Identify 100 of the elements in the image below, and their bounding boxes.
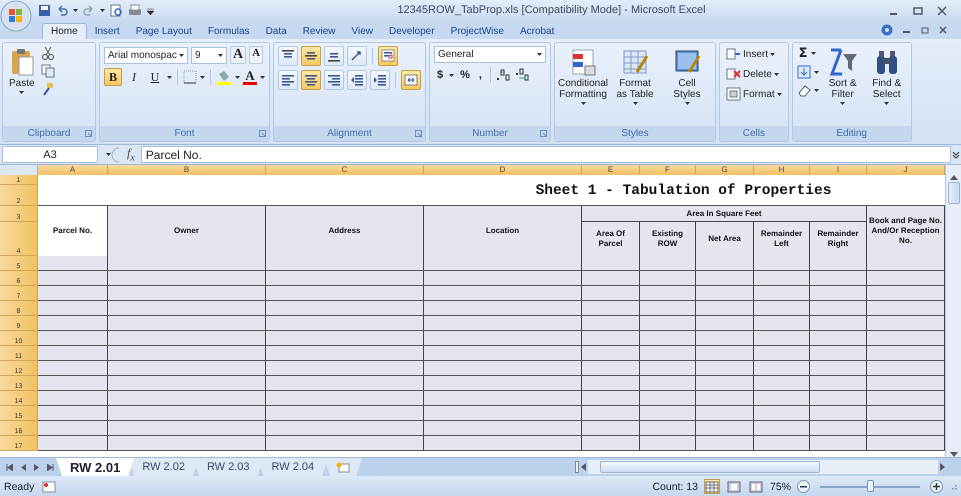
help-icon[interactable] <box>881 24 893 36</box>
align-center-icon[interactable] <box>301 70 321 90</box>
caret-icon[interactable] <box>260 76 265 78</box>
close-icon[interactable] <box>937 6 947 16</box>
column-header[interactable]: G <box>696 165 754 175</box>
ribbon-tab[interactable]: Insert <box>86 23 128 39</box>
page-break-button[interactable] <box>748 479 764 494</box>
cells-button[interactable]: Insert <box>724 46 784 62</box>
font-name-field[interactable]: Arial monospac <box>104 46 188 64</box>
column-header[interactable]: A <box>38 165 108 175</box>
editing-button[interactable]: Find & Select <box>866 46 907 107</box>
column-header[interactable]: B <box>108 165 266 175</box>
copy-icon[interactable] <box>40 64 55 78</box>
caret-icon[interactable] <box>235 76 240 78</box>
decrease-decimal-icon[interactable] <box>514 68 531 82</box>
ribbon-tab[interactable]: View <box>343 23 381 39</box>
autosum-button[interactable]: Σ <box>796 46 819 61</box>
normal-view-button[interactable] <box>704 479 720 494</box>
undo-icon[interactable] <box>56 4 68 16</box>
column-header[interactable]: C <box>266 165 424 175</box>
ribbon-tab[interactable]: ProjectWise <box>442 23 512 39</box>
zoom-label[interactable]: 75% <box>770 480 791 492</box>
column-header[interactable]: E <box>582 165 640 175</box>
caret-icon[interactable] <box>100 9 105 12</box>
zoom-in-icon[interactable] <box>930 480 943 493</box>
column-header[interactable]: F <box>640 165 696 175</box>
function-label[interactable]: f$_{x}$ <box>127 146 135 164</box>
increase-decimal-icon[interactable] <box>496 68 512 82</box>
cells-button[interactable]: Delete <box>724 66 784 82</box>
text-angle-icon[interactable] <box>347 46 367 66</box>
caret-icon[interactable] <box>106 153 111 156</box>
maximize-icon[interactable] <box>913 6 923 16</box>
eraser-icon[interactable] <box>796 83 811 97</box>
paste-button[interactable]: Paste <box>7 46 37 96</box>
caret-icon[interactable] <box>167 76 172 78</box>
caret-icon[interactable] <box>814 70 819 74</box>
grow-font-button[interactable]: A <box>230 46 246 64</box>
merge-center-icon[interactable] <box>401 70 421 90</box>
page-layout-button[interactable] <box>726 479 742 494</box>
ribbon-tab[interactable]: Page Layout <box>128 23 200 39</box>
font-color-button[interactable]: A <box>243 70 257 84</box>
scroll-up-icon[interactable] <box>950 175 958 180</box>
ribbon-tab[interactable]: Formulas <box>200 23 258 39</box>
font-size-field[interactable]: 9 <box>191 46 227 64</box>
formula-field[interactable]: Parcel No. <box>140 146 951 163</box>
style-button[interactable]: Conditional Formatting <box>559 46 607 107</box>
underline-button[interactable]: U <box>146 68 164 86</box>
customize-toolbar-icon[interactable] <box>147 6 154 14</box>
column-header[interactable]: H <box>754 165 810 175</box>
borders-icon[interactable] <box>183 70 197 84</box>
expand-icon[interactable] <box>951 150 961 160</box>
align-left-icon[interactable] <box>278 70 298 90</box>
last-sheet-icon[interactable] <box>47 464 54 470</box>
bold-button[interactable]: B <box>104 68 122 86</box>
style-button[interactable]: Cell Styles <box>663 46 711 107</box>
paintbrush-icon[interactable] <box>40 82 55 96</box>
cells-button[interactable]: Format <box>724 86 784 102</box>
printer-icon[interactable] <box>128 4 142 17</box>
sheet-tab[interactable]: RW 2.01 <box>56 458 134 476</box>
scissors-icon[interactable] <box>40 46 55 60</box>
caret-icon[interactable] <box>200 76 205 78</box>
restore-icon[interactable] <box>921 26 929 34</box>
save-icon[interactable] <box>38 4 51 17</box>
column-header[interactable]: I <box>810 165 867 175</box>
next-sheet-icon[interactable] <box>34 464 39 470</box>
zoom-slider-thumb[interactable] <box>867 480 874 492</box>
column-header[interactable]: D <box>424 165 582 175</box>
column-header[interactable]: J <box>867 165 945 175</box>
increase-indent-icon[interactable] <box>370 70 390 90</box>
ribbon-tab[interactable]: Acrobat <box>512 23 562 39</box>
caret-icon[interactable] <box>814 88 819 92</box>
previous-sheet-icon[interactable] <box>21 464 26 470</box>
zoom-out-icon[interactable] <box>797 480 810 493</box>
percent-button[interactable]: % <box>457 69 473 81</box>
split-handle-icon[interactable] <box>575 461 579 473</box>
caret-icon[interactable] <box>449 74 454 76</box>
fill-down-icon[interactable] <box>796 65 811 79</box>
ribbon-tab[interactable]: Developer <box>380 23 443 39</box>
wrap-text-icon[interactable] <box>378 46 398 66</box>
sheet-tab[interactable]: RW 2.04 <box>258 458 328 476</box>
ribbon-tab[interactable]: Home <box>42 23 87 39</box>
resize-grip-icon[interactable] <box>949 482 957 490</box>
scroll-left-icon[interactable] <box>581 463 586 471</box>
ribbon-tab[interactable]: Review <box>294 23 344 39</box>
align-right-icon[interactable] <box>324 70 344 90</box>
align-bottom-icon[interactable] <box>324 46 344 66</box>
print-preview-icon[interactable] <box>110 4 123 17</box>
shrink-font-button[interactable]: A <box>249 46 264 64</box>
name-box[interactable]: A3 <box>2 146 98 163</box>
ribbon-tab[interactable]: Data <box>258 23 295 39</box>
number-format-field[interactable]: General <box>434 46 546 63</box>
align-top-icon[interactable] <box>278 46 298 66</box>
align-middle-icon[interactable] <box>301 46 321 66</box>
macro-record-icon[interactable] <box>42 480 56 492</box>
scroll-right-icon[interactable] <box>940 463 945 471</box>
scroll-thumb[interactable] <box>600 461 820 473</box>
first-sheet-icon[interactable] <box>6 464 13 470</box>
italic-button[interactable]: I <box>125 68 143 86</box>
scroll-thumb[interactable] <box>948 182 960 204</box>
currency-button[interactable]: $ <box>434 69 446 81</box>
